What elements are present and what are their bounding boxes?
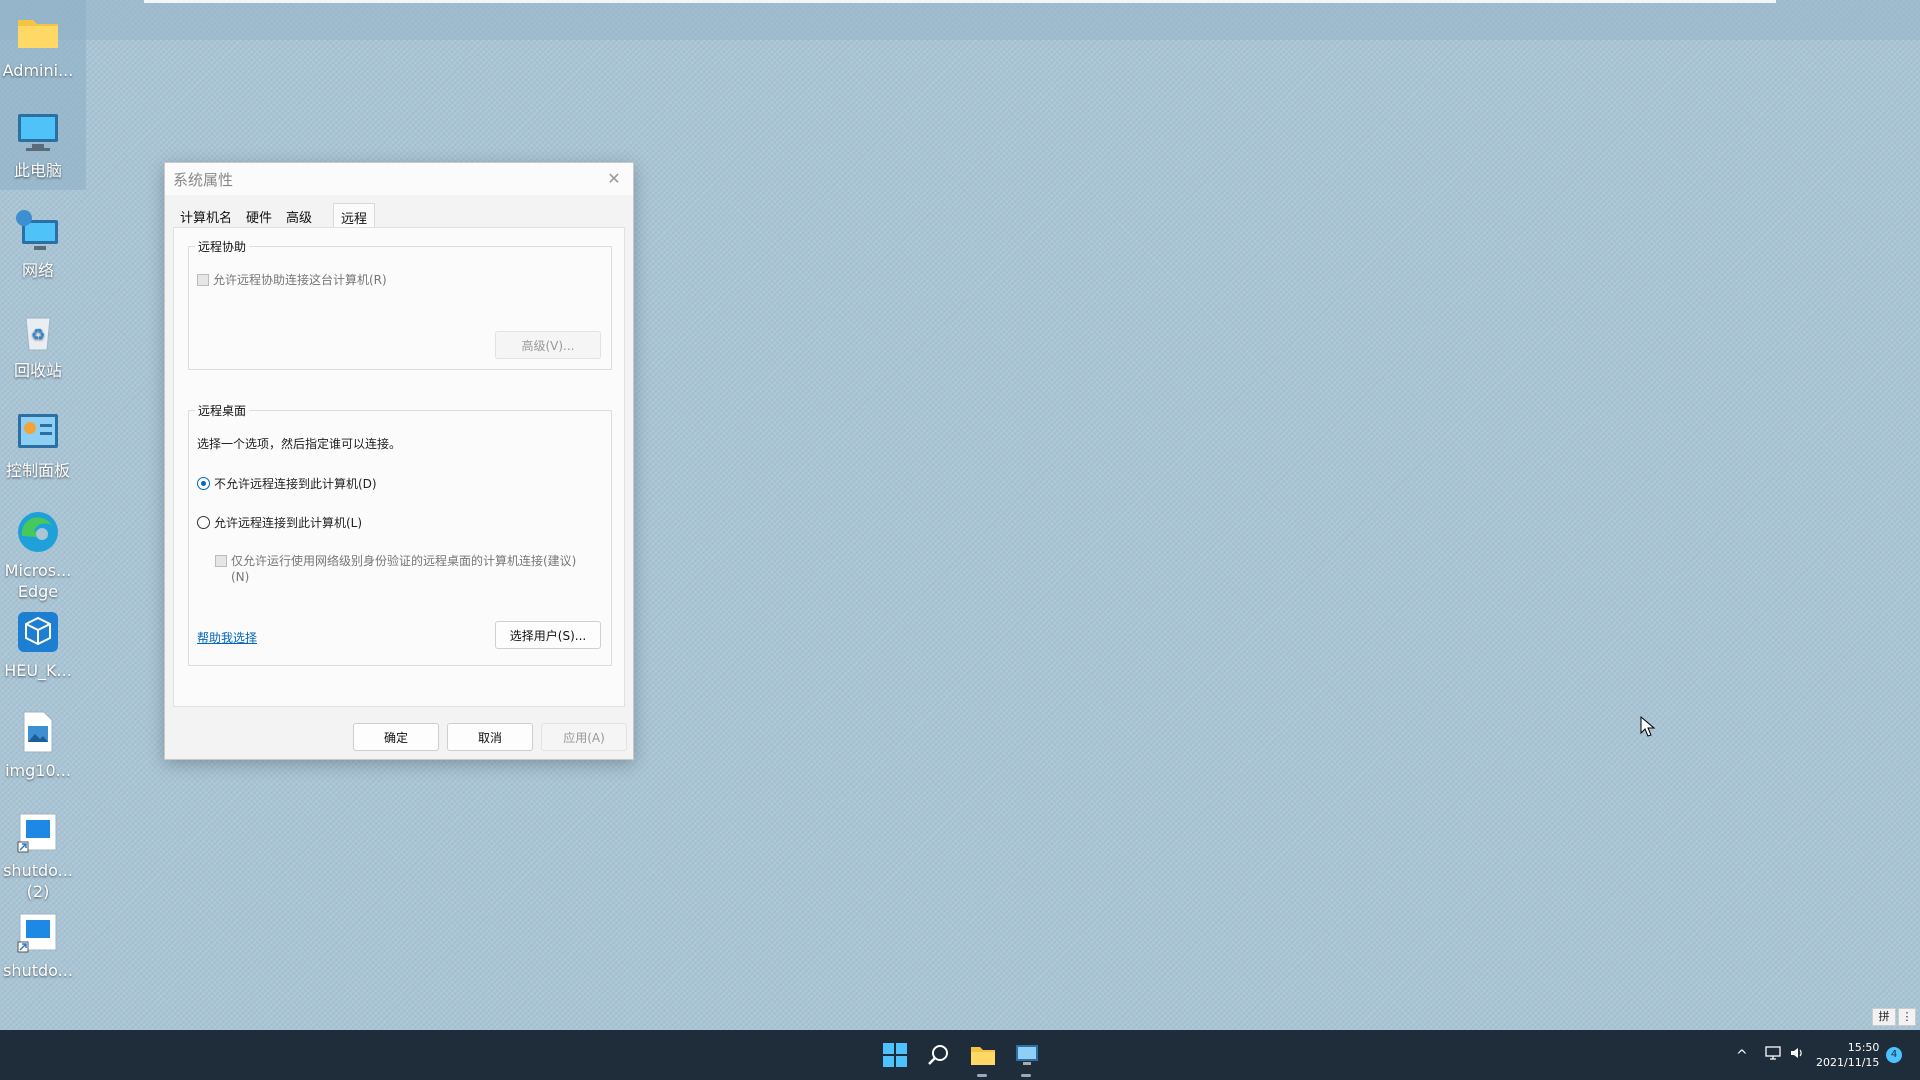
remote-tab-panel: 远程协助 允许远程协助连接这台计算机(R) 高级(V)... 远程桌面 选择一个…	[173, 227, 625, 707]
remote-desktop-legend: 远程桌面	[195, 402, 250, 419]
heu-kms-icon	[14, 608, 62, 656]
volume-icon[interactable]	[1788, 1044, 1806, 1080]
mouse-cursor-icon	[1640, 715, 1656, 742]
running-indicator	[1021, 1074, 1031, 1077]
ok-button[interactable]: 确定	[353, 723, 439, 751]
desktop-icon-label: shutdo...	[3, 961, 73, 980]
dialog-title-bar[interactable]: 系统属性 ✕	[165, 163, 633, 195]
control-panel-icon	[14, 408, 62, 456]
desktop-icon-admin[interactable]: Admini...	[0, 8, 76, 81]
deny-remote-radio[interactable]	[197, 477, 210, 490]
deny-remote-label: 不允许远程连接到此计算机(D)	[214, 477, 377, 491]
dialog-title: 系统属性	[173, 170, 234, 189]
allow-remote-label: 允许远程连接到此计算机(L)	[214, 516, 363, 530]
close-icon[interactable]: ✕	[603, 168, 625, 190]
desktop-icon-label: shutdo... (2)	[3, 861, 73, 901]
desktop-icon-label: 回收站	[13, 361, 62, 380]
desktop-icon-shutdown[interactable]: shutdo...	[0, 908, 76, 981]
tab-computer-name[interactable]: 计算机名	[173, 203, 239, 227]
shortcut-icon	[14, 908, 62, 956]
svg-text:♻: ♻	[31, 325, 45, 344]
desktop-icon-label: img10...	[5, 761, 71, 780]
desktop-icon-label: HEU_K...	[4, 661, 72, 680]
remote-assistance-legend: 远程协助	[195, 238, 250, 255]
notification-badge[interactable]: 4	[1886, 1047, 1902, 1063]
select-users-button[interactable]: 选择用户(S)...	[495, 621, 601, 649]
allow-remote-assistance-checkbox[interactable]	[197, 273, 209, 286]
folder-icon	[14, 8, 62, 56]
advanced-button[interactable]: 高级(V)...	[495, 331, 601, 359]
running-indicator	[977, 1074, 987, 1077]
desktop-icon-shutdown-2[interactable]: shutdo... (2)	[0, 808, 76, 902]
file-explorer-icon[interactable]	[968, 1040, 998, 1070]
desktop-icon-label: Admini...	[2, 61, 74, 80]
cancel-button[interactable]: 取消	[447, 723, 533, 751]
window-edge-line	[144, 0, 1776, 3]
nla-label-line1: 仅允许运行使用网络级别身份验证的远程桌面的计算机连接(建议)	[231, 554, 577, 568]
help-me-choose-link[interactable]: 帮助我选择	[197, 629, 257, 646]
remote-desktop-instruction: 选择一个选项，然后指定谁可以连接。	[197, 437, 402, 451]
recycle-bin-icon: ♻	[14, 308, 62, 356]
taskbar: ^ 15:50 2021/11/15 4	[0, 1030, 1920, 1080]
allow-remote-radio[interactable]	[197, 516, 210, 529]
desktop-icon-label: 控制面板	[5, 461, 70, 480]
tab-remote[interactable]: 远程	[333, 203, 376, 227]
allow-remote-assistance-row[interactable]: 允许远程协助连接这台计算机(R)	[197, 271, 387, 288]
desktop-icon-network[interactable]: 网络	[0, 208, 76, 281]
ime-indicator[interactable]: 拼	[1872, 1008, 1896, 1026]
desktop-icon-control-panel[interactable]: 控制面板	[0, 408, 76, 481]
desktop-icon-label: 网络	[21, 261, 54, 280]
desktop-icon-recycle-bin[interactable]: ♻ 回收站	[0, 308, 76, 381]
desktop-top-strip	[0, 0, 1920, 40]
apply-button[interactable]: 应用(A)	[541, 723, 627, 751]
nla-row[interactable]: 仅允许运行使用网络级别身份验证的远程桌面的计算机连接(建议) (N)	[215, 553, 576, 585]
clock-time: 15:50	[1847, 1041, 1880, 1054]
allow-remote-row[interactable]: 允许远程连接到此计算机(L)	[197, 514, 362, 531]
search-icon[interactable]	[924, 1040, 954, 1070]
desktop-icon-label: Micros... Edge	[4, 561, 72, 601]
remote-assistance-group: 远程协助 允许远程协助连接这台计算机(R) 高级(V)...	[188, 238, 612, 370]
system-properties-dialog: 系统属性 ✕ 计算机名 硬件 高级 远程 远程协助 允许远程协助连接这台计算机(…	[164, 162, 634, 760]
nla-checkbox[interactable]	[215, 555, 227, 567]
desktop-icon-heu-kms[interactable]: HEU_K...	[0, 608, 76, 681]
computer-icon	[14, 108, 62, 156]
desktop-icon-image-file[interactable]: img10...	[0, 708, 76, 781]
system-properties-taskbar-icon[interactable]	[1012, 1040, 1042, 1070]
deny-remote-row[interactable]: 不允许远程连接到此计算机(D)	[197, 475, 377, 492]
tab-advanced[interactable]: 高级	[279, 203, 319, 227]
desktop-icon-label: 此电脑	[13, 161, 62, 180]
network-icon	[14, 208, 62, 256]
remote-desktop-group: 远程桌面 选择一个选项，然后指定谁可以连接。 不允许远程连接到此计算机(D) 允…	[188, 402, 612, 666]
nla-label-line2: (N)	[231, 570, 250, 584]
clock-date: 2021/11/15	[1816, 1056, 1880, 1069]
image-file-icon	[14, 708, 62, 756]
clock[interactable]: 15:50 2021/11/15	[1816, 1040, 1879, 1080]
network-status-icon[interactable]	[1764, 1044, 1782, 1080]
edge-icon	[14, 508, 62, 556]
show-hidden-icons-icon[interactable]: ^	[1736, 1048, 1748, 1080]
shortcut-icon	[14, 808, 62, 856]
tab-hardware[interactable]: 硬件	[239, 203, 279, 227]
tab-strip: 计算机名 硬件 高级 远程	[173, 203, 376, 227]
desktop-icon-edge[interactable]: Micros... Edge	[0, 508, 76, 602]
nla-label: 仅允许运行使用网络级别身份验证的远程桌面的计算机连接(建议) (N)	[231, 553, 576, 585]
allow-remote-assistance-label: 允许远程协助连接这台计算机(R)	[213, 273, 387, 287]
start-windows-icon[interactable]	[880, 1040, 910, 1070]
ime-options-icon[interactable]: ⋮	[1898, 1008, 1916, 1026]
desktop-icon-this-pc[interactable]: 此电脑	[0, 108, 76, 181]
